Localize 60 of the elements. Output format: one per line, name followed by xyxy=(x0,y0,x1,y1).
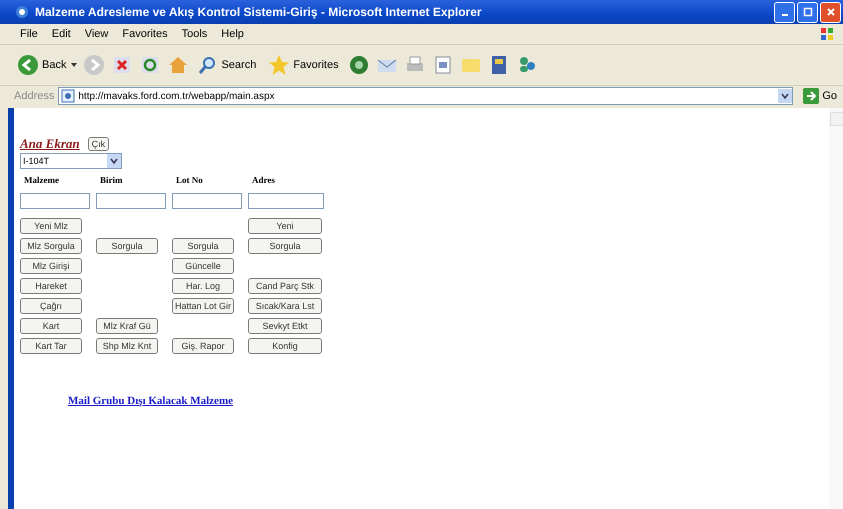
input-field[interactable] xyxy=(20,193,90,209)
menu-item[interactable]: Help xyxy=(215,28,250,40)
windows-logo-icon xyxy=(819,26,835,42)
media-icon[interactable] xyxy=(348,54,370,76)
close-button[interactable] xyxy=(820,2,841,22)
plant-dropdown[interactable]: I-104T xyxy=(20,153,122,169)
column-header: Malzeme xyxy=(23,175,60,185)
action-button[interactable]: Sevkyt Etkt xyxy=(248,318,322,334)
link[interactable]: Mail Grubu Dışı Kalacak Malzeme xyxy=(68,395,233,407)
search-button[interactable]: Search xyxy=(195,55,260,75)
menu-item[interactable]: Favorites xyxy=(116,28,174,40)
action-button[interactable]: Konfig xyxy=(248,338,322,354)
close-icon xyxy=(826,7,836,17)
action-button[interactable]: Mlz Girişi xyxy=(20,258,82,274)
menu-item[interactable]: View xyxy=(78,28,114,40)
caret-icon[interactable] xyxy=(71,63,78,67)
home-icon[interactable] xyxy=(167,54,190,76)
menu-item[interactable]: File xyxy=(14,28,44,40)
column-header: Lot No xyxy=(175,175,204,185)
address-field[interactable]: http://mavaks.ford.com.tr/webapp/main.aspx xyxy=(58,87,794,105)
exit-button[interactable]: Çık xyxy=(88,137,110,151)
action-button[interactable]: Yeni xyxy=(248,218,322,234)
column-header: Adres xyxy=(251,175,276,185)
page-icon xyxy=(61,89,76,103)
action-button[interactable]: Kart xyxy=(20,318,82,334)
action-button[interactable]: Hattan Lot Gir xyxy=(172,298,234,314)
go-button[interactable]: Go xyxy=(797,88,843,104)
action-button[interactable]: Mlz Kraf Gü xyxy=(96,318,158,334)
arrow-icon xyxy=(803,88,820,104)
action-button[interactable]: Mlz Sorgula xyxy=(20,238,82,254)
action-button[interactable]: Sorgula xyxy=(96,238,158,254)
input-field[interactable] xyxy=(248,193,324,209)
action-button[interactable]: Sorgula xyxy=(248,238,322,254)
action-button[interactable]: Güncelle xyxy=(172,258,234,274)
menu-item[interactable]: Tools xyxy=(176,28,214,40)
favorites-button[interactable]: Favorites xyxy=(265,54,342,76)
minimize-button[interactable] xyxy=(774,2,795,22)
minimize-icon xyxy=(782,14,788,16)
star-icon xyxy=(268,54,290,76)
action-button[interactable]: Cand Parç Stk xyxy=(248,278,322,294)
action-button[interactable]: Yeni Mlz xyxy=(20,218,82,234)
input-field[interactable] xyxy=(172,193,242,209)
action-button[interactable]: Kart Tar xyxy=(20,338,82,354)
browser-icon xyxy=(14,4,30,20)
maximize-button[interactable] xyxy=(797,2,818,22)
input-field[interactable] xyxy=(96,193,166,209)
action-button[interactable]: Shp Mlz Knt xyxy=(96,338,158,354)
action-button[interactable]: Hareket xyxy=(20,278,82,294)
action-button[interactable]: Çağrı xyxy=(20,298,82,314)
action-button[interactable]: Sorgula xyxy=(172,238,234,254)
column-header: Birim xyxy=(99,175,124,185)
back-button[interactable]: Back xyxy=(14,54,70,76)
action-button[interactable]: Sıcak/Kara Lst xyxy=(248,298,322,314)
maximize-icon xyxy=(802,7,812,17)
page-title: Ana Ekran xyxy=(20,136,80,152)
menu-item[interactable]: Edit xyxy=(46,28,77,40)
window-title: Malzeme Adresleme ve Akış Kontrol Sistemi-Giriş - Microsoft Internet Explorer xyxy=(35,5,483,19)
action-button[interactable]: Har. Log xyxy=(172,278,234,294)
address-label: Address xyxy=(14,90,54,102)
action-button[interactable]: Giş. Rapor xyxy=(172,338,234,354)
